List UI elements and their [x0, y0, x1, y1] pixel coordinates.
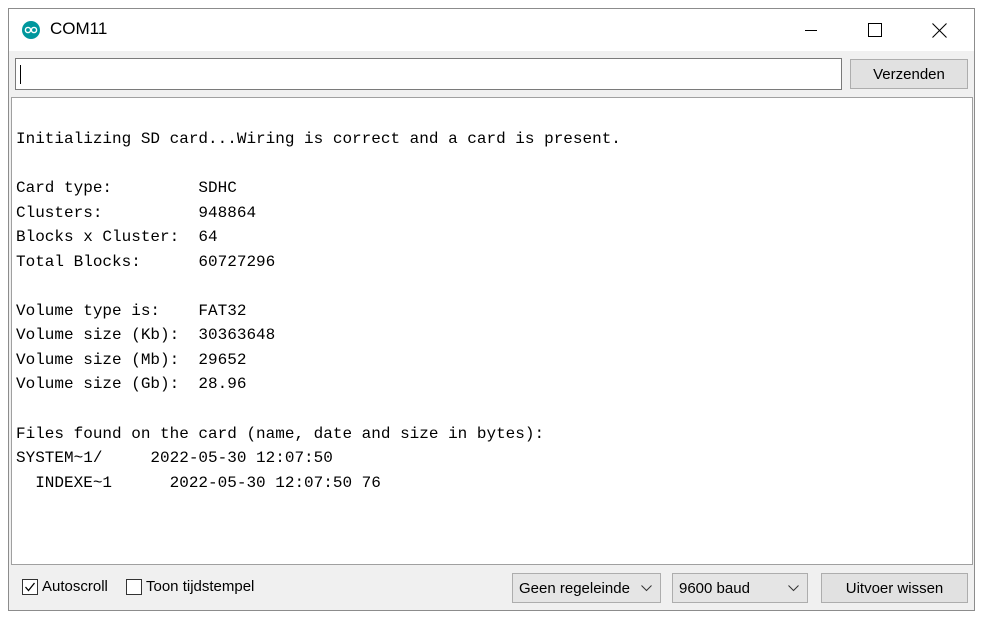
chevron-down-icon [641, 585, 652, 592]
serial-monitor-window: COM11 Verzenden Initializing SD card...W… [8, 8, 975, 611]
output-line: Volume size (Mb): 29652 [16, 351, 247, 369]
line-ending-select[interactable]: Geen regeleinde [512, 573, 661, 603]
send-button[interactable]: Verzenden [850, 59, 968, 89]
title-bar[interactable]: COM11 [9, 9, 974, 51]
line-ending-value: Geen regeleinde [519, 579, 630, 597]
timestamp-label: Toon tijdstempel [146, 578, 255, 595]
maximize-button[interactable] [844, 9, 906, 51]
output-line: Total Blocks: 60727296 [16, 253, 276, 271]
output-line: Initializing SD card...Wiring is correct… [16, 130, 621, 148]
maximize-icon [868, 23, 882, 37]
output-line: Card type: SDHC [16, 179, 237, 197]
output-line: Blocks x Cluster: 64 [16, 228, 218, 246]
output-line: Files found on the card (name, date and … [16, 425, 545, 443]
autoscroll-checkbox[interactable]: Autoscroll [22, 578, 108, 595]
minimize-button[interactable] [780, 9, 842, 51]
minimize-icon [805, 30, 817, 31]
output-line: Volume size (Kb): 30363648 [16, 326, 276, 344]
autoscroll-check-box[interactable] [22, 578, 38, 595]
output-line: Clusters: 948864 [16, 204, 257, 222]
output-line: INDEXE~1 2022-05-30 12:07:50 76 [16, 474, 381, 492]
checkmark-icon [25, 582, 36, 592]
send-input[interactable] [15, 58, 842, 90]
baud-rate-select[interactable]: 9600 baud [672, 573, 808, 603]
close-icon [931, 22, 947, 38]
clear-output-button[interactable]: Uitvoer wissen [821, 573, 968, 603]
text-caret [20, 65, 21, 84]
status-bar: Autoscroll Toon tijdstempel Geen regelei… [9, 565, 974, 610]
output-line: Volume size (Gb): 28.96 [16, 375, 247, 393]
baud-rate-value: 9600 baud [679, 579, 750, 597]
output-line: Volume type is: FAT32 [16, 302, 247, 320]
autoscroll-label: Autoscroll [42, 578, 108, 595]
output-line: SYSTEM~1/ 2022-05-30 12:07:50 [16, 449, 333, 467]
window-title: COM11 [50, 19, 108, 38]
close-button[interactable] [908, 9, 970, 51]
chevron-down-icon [788, 585, 799, 592]
timestamp-check-box[interactable] [126, 578, 142, 595]
timestamp-checkbox[interactable]: Toon tijdstempel [126, 578, 254, 595]
arduino-icon [22, 21, 40, 39]
send-toolbar: Verzenden [9, 51, 974, 97]
serial-output[interactable]: Initializing SD card...Wiring is correct… [11, 97, 973, 565]
